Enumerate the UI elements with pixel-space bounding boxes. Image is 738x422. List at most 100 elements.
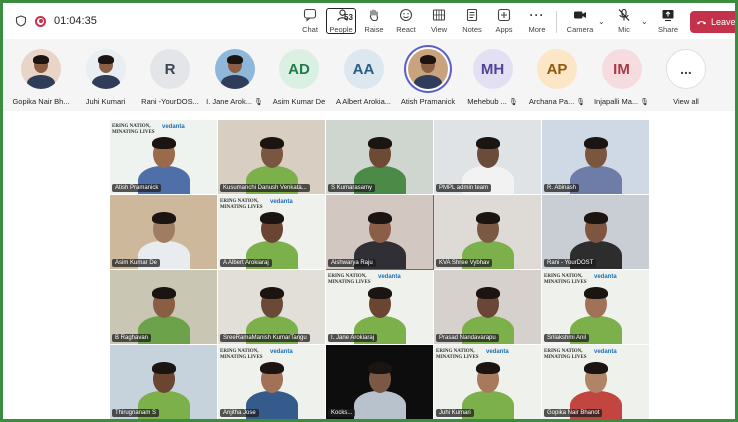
background-banner-text: ERING NATION, MINATING LIVES	[328, 274, 371, 285]
video-grid: ERING NATION, MINATING LIVES vedanta Atish…	[110, 120, 650, 420]
video-tile[interactable]: Prasad Nandavarapu	[434, 270, 542, 345]
video-tile[interactable]: ERING NATION, MINATING LIVES vedanta A Alb…	[218, 195, 326, 270]
video-tile-name-text: SreeRamaManish KumarTangu	[223, 335, 307, 341]
more-label: More	[528, 25, 546, 34]
background-banner-text: ERING NATION, MINATING LIVES	[436, 349, 479, 360]
share-button[interactable]: Share	[655, 7, 681, 37]
video-tile[interactable]: ERING NATION, MINATING LIVES vedanta Atish…	[110, 120, 218, 195]
video-tile[interactable]: ERING NATION, MINATING LIVES vedanta Anjit…	[218, 345, 326, 420]
video-tile-name: Juhi Kumari	[436, 409, 474, 417]
camera-options-chevron-icon[interactable]: ⌄	[598, 17, 605, 26]
view-all-button[interactable]: ... View all	[647, 49, 725, 106]
video-tile[interactable]: Thirugnanam S	[110, 345, 218, 420]
video-tile-name: Asim Kumar De	[112, 259, 161, 267]
participant-hair	[584, 137, 608, 149]
video-tile[interactable]: R. Abinash	[542, 120, 650, 195]
video-tile-name-text: PMPL admin team	[439, 185, 489, 191]
video-tile-name: SreeRamaManish KumarTangu	[220, 334, 310, 342]
participant-avatar: IM	[601, 49, 642, 89]
video-tile-name-text: S Kumarasamy	[331, 185, 373, 191]
participant-avatar: AD	[279, 49, 319, 89]
video-tile[interactable]: S Kumarasamy	[326, 120, 434, 195]
people-button-content[interactable]: People	[326, 7, 356, 37]
participant-hair	[152, 137, 176, 149]
notes-label: Notes	[462, 25, 482, 34]
video-tile[interactable]: Aishwarya Raju	[326, 195, 434, 270]
video-tile-name-text: Atish Pramanick	[115, 185, 159, 191]
video-tile-name-text: A Albert Arokiaraj	[223, 260, 269, 266]
participant-hair	[260, 212, 284, 224]
chat-button[interactable]: Chat	[297, 7, 323, 37]
video-tile[interactable]: SreeRamaManish KumarTangu	[218, 270, 326, 345]
people-label: People	[329, 25, 353, 34]
view-all-label: View all	[673, 97, 699, 106]
video-tile[interactable]: Kocks...	[326, 345, 434, 420]
video-tile-name: Prasad Nandavarapu	[436, 334, 499, 342]
participant-name-text: Rani -YourDOS...	[141, 97, 199, 106]
video-tile-name: B Raghavan	[112, 334, 152, 342]
participant-hair	[260, 362, 284, 374]
meeting-toolbar: 01:04:35 Chat People 53 Raise React View	[3, 3, 738, 39]
participant-hair	[368, 362, 392, 374]
smiley-icon	[398, 7, 414, 23]
raise-hand-button[interactable]: Raise	[361, 7, 387, 37]
video-tile-name-text: Anjitha Jose	[223, 410, 256, 416]
background-banner-text: ERING NATION, MINATING LIVES	[544, 274, 587, 285]
video-tile[interactable]: ERING NATION, MINATING LIVES vedanta Srila…	[542, 270, 650, 345]
video-tile[interactable]: KVA Shree Vybhav	[434, 195, 542, 270]
video-tile[interactable]: Rani - YourDOST	[542, 195, 650, 270]
vedanta-logo-text: vedanta	[378, 274, 401, 280]
video-tile-name: R. Abinash	[544, 184, 580, 192]
phone-hangup-icon	[696, 20, 707, 24]
more-button[interactable]: ··· More	[524, 7, 550, 37]
participant-hair	[152, 362, 176, 374]
grid-view-icon	[431, 7, 447, 23]
participant-avatar: R	[150, 49, 190, 89]
video-tile-name-text: Rani - YourDOST	[547, 260, 594, 266]
chat-label: Chat	[302, 25, 318, 34]
participant-avatar	[21, 49, 61, 89]
camera-button[interactable]: Camera	[565, 7, 595, 37]
shield-icon	[15, 15, 27, 27]
avatar-photo-hair	[420, 55, 436, 64]
participant-hair	[476, 212, 500, 224]
video-tile-name: Thirugnanam S	[112, 409, 160, 417]
toolbar-left: 01:04:35	[3, 15, 97, 27]
mic-button[interactable]: Mic	[611, 7, 637, 37]
avatar-photo-body	[91, 75, 120, 89]
notes-button[interactable]: Notes	[459, 7, 485, 37]
leave-label: Leave	[711, 17, 736, 27]
more-icon: ...	[666, 49, 706, 89]
mic-off-icon	[616, 7, 632, 23]
video-tile[interactable]: Asim Kumar De	[110, 195, 218, 270]
chat-icon	[302, 7, 318, 23]
participant-hair	[368, 212, 392, 224]
video-tile[interactable]: Kusumanchi Danush Venkata...	[218, 120, 326, 195]
view-button[interactable]: View	[426, 7, 452, 37]
camera-label: Camera	[566, 25, 594, 34]
participant-hair	[152, 287, 176, 299]
toolbar-divider	[556, 11, 557, 33]
video-tile-name: Kocks...	[328, 409, 356, 417]
video-tile[interactable]: ERING NATION, MINATING LIVES vedanta Gopik…	[542, 345, 650, 420]
leave-button[interactable]: Leave	[690, 11, 738, 33]
video-tile[interactable]: PMPL admin team	[434, 120, 542, 195]
participant-avatar: AA	[343, 49, 384, 89]
react-button[interactable]: React	[393, 7, 419, 37]
vedanta-logo-text: vedanta	[486, 349, 509, 355]
apps-button[interactable]: Apps	[491, 7, 517, 37]
video-tile[interactable]: B Raghavan	[110, 270, 218, 345]
video-tile-name-text: Aishwarya Raju	[331, 260, 373, 266]
video-tile-name: KVA Shree Vybhav	[436, 259, 493, 267]
participant-hair	[584, 362, 608, 374]
recording-icon	[35, 15, 46, 27]
mic-options-chevron-icon[interactable]: ⌄	[641, 17, 648, 26]
vedanta-logo-text: vedanta	[594, 274, 617, 280]
video-tile[interactable]: ERING NATION, MINATING LIVES vedanta I. Ja…	[326, 270, 434, 345]
participant-hair	[368, 287, 392, 299]
video-tile[interactable]: ERING NATION, MINATING LIVES vedanta Juhi …	[434, 345, 542, 420]
vedanta-logo-text: vedanta	[162, 124, 185, 130]
participant-hair	[584, 212, 608, 224]
camera-icon	[572, 7, 588, 23]
video-tile-name: Anjitha Jose	[220, 409, 259, 417]
